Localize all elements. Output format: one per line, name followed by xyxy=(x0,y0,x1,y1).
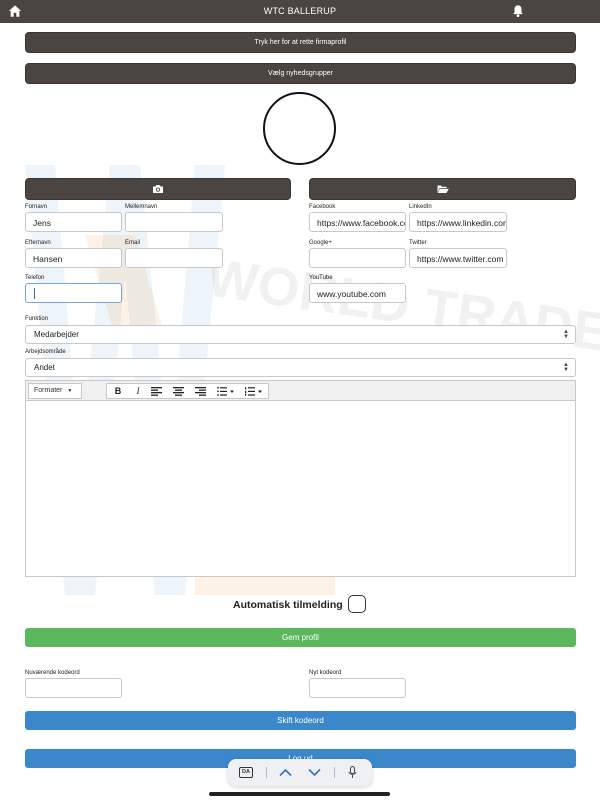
funktion-select[interactable]: Medarbejder ▲ ▼ xyxy=(25,325,576,344)
current-password-label: Nuværende kodeord xyxy=(25,670,80,676)
mellemnavn-input[interactable] xyxy=(125,212,223,232)
chevron-up-icon[interactable] xyxy=(279,768,292,777)
camera-icon xyxy=(153,185,163,193)
linkedin-input[interactable]: https://www.linkedin.com xyxy=(409,212,507,232)
arbejdsomraade-label: Arbejdsområde xyxy=(25,349,66,355)
googleplus-label: Google+ xyxy=(309,240,332,246)
editor-toolbar: Formater ▼ B I xyxy=(26,381,575,401)
efternavn-label: Efternavn xyxy=(25,240,51,246)
email-input[interactable] xyxy=(125,248,223,268)
youtube-label: YouTube xyxy=(309,275,333,281)
bell-icon[interactable] xyxy=(511,4,525,18)
facebook-label: Facebook xyxy=(309,204,336,210)
rich-text-editor: Formater ▼ B I xyxy=(25,380,576,577)
page-title: WTC BALLERUP xyxy=(263,6,337,16)
keyboard-accessory-bar: DA xyxy=(228,759,372,786)
linkedin-label: LinkedIn xyxy=(409,204,432,210)
current-password-input[interactable] xyxy=(25,678,122,698)
text-caret xyxy=(34,288,35,299)
formats-dropdown[interactable]: Formater ▼ xyxy=(28,383,82,399)
email-label: Email xyxy=(125,240,141,246)
editor-content-area[interactable] xyxy=(26,402,575,576)
auto-signup-checkbox[interactable] xyxy=(348,595,366,613)
separator xyxy=(334,767,335,778)
company-profile-button[interactable]: Tryk her for at rette firmaprofil xyxy=(25,32,576,53)
folder-open-icon xyxy=(437,185,449,193)
format-button-group: B I xyxy=(106,383,269,399)
align-right-icon[interactable] xyxy=(195,387,206,396)
folder-button[interactable] xyxy=(309,178,576,200)
numbered-list-icon[interactable] xyxy=(245,387,263,396)
separator xyxy=(266,767,267,778)
top-bar: WTC BALLERUP xyxy=(0,0,600,23)
new-password-label: Nyt kodeord xyxy=(309,670,342,676)
profile-avatar xyxy=(263,92,336,165)
telefon-input[interactable] xyxy=(25,283,122,303)
save-profile-button[interactable]: Gem profil xyxy=(25,628,576,647)
chevron-down-icon: ▼ xyxy=(67,388,73,394)
fornavn-input[interactable]: Jens xyxy=(25,212,122,232)
mellemnavn-label: Mellemnavn xyxy=(125,204,158,210)
facebook-input[interactable]: https://www.facebook.com xyxy=(309,212,406,232)
change-password-button[interactable]: Skift kodeord xyxy=(25,711,576,730)
select-arrows-icon: ▲ ▼ xyxy=(563,329,569,340)
italic-button[interactable]: I xyxy=(129,385,147,398)
arbejdsomraade-select[interactable]: Andet ▲ ▼ xyxy=(25,358,576,377)
align-left-icon[interactable] xyxy=(151,387,162,396)
new-password-input[interactable] xyxy=(309,678,406,698)
funktion-label: Funktion xyxy=(25,316,49,322)
newsgroups-button[interactable]: Vælg nyhedsgrupper xyxy=(25,63,576,84)
camera-button[interactable] xyxy=(25,178,291,200)
bullet-list-icon[interactable] xyxy=(217,387,235,396)
twitter-label: Twitter xyxy=(409,240,427,246)
twitter-input[interactable]: https://www.twitter.com xyxy=(409,248,507,268)
googleplus-input[interactable] xyxy=(309,248,406,268)
auto-signup-label: Automatisk tilmelding xyxy=(233,599,343,611)
select-arrows-icon: ▲ ▼ xyxy=(563,362,569,373)
efternavn-input[interactable]: Hansen xyxy=(25,248,122,268)
bold-button[interactable]: B xyxy=(109,385,127,398)
microphone-icon[interactable] xyxy=(348,766,357,779)
telefon-label: Telefon xyxy=(25,275,45,281)
align-center-icon[interactable] xyxy=(173,387,184,396)
keyboard-language-button[interactable]: DA xyxy=(239,767,253,778)
chevron-down-icon[interactable] xyxy=(308,768,321,777)
home-indicator xyxy=(209,792,390,796)
fornavn-label: Fornavn xyxy=(25,204,48,210)
youtube-input[interactable]: www.youtube.com xyxy=(309,283,406,303)
